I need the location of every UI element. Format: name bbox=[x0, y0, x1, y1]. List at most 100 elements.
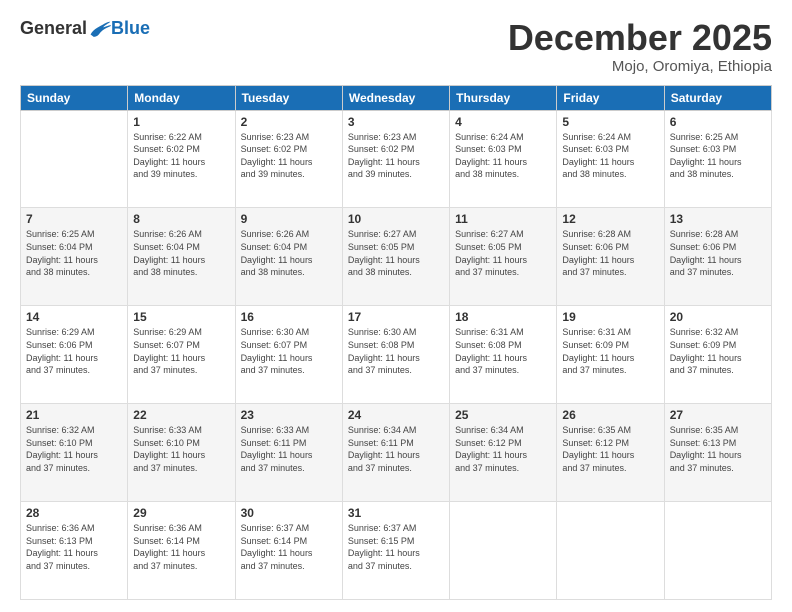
day-number: 4 bbox=[455, 115, 551, 129]
day-number: 19 bbox=[562, 310, 658, 324]
location: Mojo, Oromiya, Ethiopia bbox=[508, 58, 772, 75]
calendar-cell: 22Sunrise: 6:33 AMSunset: 6:10 PMDayligh… bbox=[128, 404, 235, 502]
day-number: 20 bbox=[670, 310, 766, 324]
calendar-cell: 1Sunrise: 6:22 AMSunset: 6:02 PMDaylight… bbox=[128, 110, 235, 208]
calendar-table: SundayMondayTuesdayWednesdayThursdayFrid… bbox=[20, 85, 772, 600]
calendar-cell: 23Sunrise: 6:33 AMSunset: 6:11 PMDayligh… bbox=[235, 404, 342, 502]
day-number: 1 bbox=[133, 115, 229, 129]
day-info: Sunrise: 6:36 AMSunset: 6:13 PMDaylight:… bbox=[26, 522, 122, 572]
calendar-header-saturday: Saturday bbox=[664, 85, 771, 110]
day-number: 24 bbox=[348, 408, 444, 422]
calendar-header-sunday: Sunday bbox=[21, 85, 128, 110]
calendar-cell: 10 Sunrise: 6:27 AMSunset: 6:05 PMDayligh… bbox=[342, 208, 449, 306]
calendar-cell: 6Sunrise: 6:25 AMSunset: 6:03 PMDaylight… bbox=[664, 110, 771, 208]
day-number: 3 bbox=[348, 115, 444, 129]
day-number: 7 bbox=[26, 212, 122, 226]
day-info: Sunrise: 6:27 AMSunset: 6:05 PMDaylight:… bbox=[348, 228, 444, 278]
day-info: Sunrise: 6:32 AMSunset: 6:09 PMDaylight:… bbox=[670, 326, 766, 376]
day-number: 13 bbox=[670, 212, 766, 226]
day-info: Sunrise: 6:29 AMSunset: 6:06 PMDaylight:… bbox=[26, 326, 122, 376]
calendar-cell: 28 Sunrise: 6:36 AMSunset: 6:13 PMDayligh… bbox=[21, 502, 128, 600]
day-number: 8 bbox=[133, 212, 229, 226]
day-info: Sunrise: 6:31 AMSunset: 6:09 PMDaylight:… bbox=[562, 326, 658, 376]
day-info: Sunrise: 6:26 AMSunset: 6:04 PMDaylight:… bbox=[133, 228, 229, 278]
day-info: Sunrise: 6:31 AMSunset: 6:08 PMDaylight:… bbox=[455, 326, 551, 376]
calendar-cell: 29 Sunrise: 6:36 AMSunset: 6:14 PMDayligh… bbox=[128, 502, 235, 600]
day-info: Sunrise: 6:23 AMSunset: 6:02 PMDaylight:… bbox=[241, 131, 337, 181]
day-info: Sunrise: 6:24 AMSunset: 6:03 PMDaylight:… bbox=[562, 131, 658, 181]
calendar-cell: 24 Sunrise: 6:34 AMSunset: 6:11 PMDayligh… bbox=[342, 404, 449, 502]
calendar-cell: 18 Sunrise: 6:31 AMSunset: 6:08 PMDayligh… bbox=[450, 306, 557, 404]
calendar-cell: 19 Sunrise: 6:31 AMSunset: 6:09 PMDayligh… bbox=[557, 306, 664, 404]
day-info: Sunrise: 6:34 AMSunset: 6:12 PMDaylight:… bbox=[455, 424, 551, 474]
day-info: Sunrise: 6:30 AMSunset: 6:08 PMDaylight:… bbox=[348, 326, 444, 376]
day-info: Sunrise: 6:35 AMSunset: 6:12 PMDaylight:… bbox=[562, 424, 658, 474]
day-info: Sunrise: 6:26 AMSunset: 6:04 PMDaylight:… bbox=[241, 228, 337, 278]
calendar-cell: 11 Sunrise: 6:27 AMSunset: 6:05 PMDayligh… bbox=[450, 208, 557, 306]
day-number: 23 bbox=[241, 408, 337, 422]
calendar-cell: 9Sunrise: 6:26 AMSunset: 6:04 PMDaylight… bbox=[235, 208, 342, 306]
day-number: 14 bbox=[26, 310, 122, 324]
day-info: Sunrise: 6:37 AMSunset: 6:14 PMDaylight:… bbox=[241, 522, 337, 572]
day-number: 5 bbox=[562, 115, 658, 129]
day-info: Sunrise: 6:32 AMSunset: 6:10 PMDaylight:… bbox=[26, 424, 122, 474]
day-info: Sunrise: 6:28 AMSunset: 6:06 PMDaylight:… bbox=[670, 228, 766, 278]
day-info: Sunrise: 6:35 AMSunset: 6:13 PMDaylight:… bbox=[670, 424, 766, 474]
calendar-header-tuesday: Tuesday bbox=[235, 85, 342, 110]
calendar-week-row: 21Sunrise: 6:32 AMSunset: 6:10 PMDayligh… bbox=[21, 404, 772, 502]
calendar-cell: 16 Sunrise: 6:30 AMSunset: 6:07 PMDayligh… bbox=[235, 306, 342, 404]
day-info: Sunrise: 6:36 AMSunset: 6:14 PMDaylight:… bbox=[133, 522, 229, 572]
calendar-cell: 26 Sunrise: 6:35 AMSunset: 6:12 PMDayligh… bbox=[557, 404, 664, 502]
calendar-header-thursday: Thursday bbox=[450, 85, 557, 110]
day-number: 18 bbox=[455, 310, 551, 324]
day-number: 11 bbox=[455, 212, 551, 226]
logo-bird-icon bbox=[89, 20, 111, 38]
logo-general: General bbox=[20, 18, 87, 39]
title-block: December 2025 Mojo, Oromiya, Ethiopia bbox=[508, 18, 772, 75]
header: General Blue December 2025 Mojo, Oromiya… bbox=[20, 18, 772, 75]
calendar-cell bbox=[664, 502, 771, 600]
day-number: 26 bbox=[562, 408, 658, 422]
day-info: Sunrise: 6:23 AMSunset: 6:02 PMDaylight:… bbox=[348, 131, 444, 181]
calendar-cell: 21Sunrise: 6:32 AMSunset: 6:10 PMDayligh… bbox=[21, 404, 128, 502]
calendar-cell: 30 Sunrise: 6:37 AMSunset: 6:14 PMDayligh… bbox=[235, 502, 342, 600]
calendar-cell: 7Sunrise: 6:25 AMSunset: 6:04 PMDaylight… bbox=[21, 208, 128, 306]
calendar-cell: 12Sunrise: 6:28 AMSunset: 6:06 PMDayligh… bbox=[557, 208, 664, 306]
calendar-cell: 4Sunrise: 6:24 AMSunset: 6:03 PMDaylight… bbox=[450, 110, 557, 208]
calendar-cell: 2 Sunrise: 6:23 AMSunset: 6:02 PMDaylight… bbox=[235, 110, 342, 208]
calendar-cell: 27 Sunrise: 6:35 AMSunset: 6:13 PMDayligh… bbox=[664, 404, 771, 502]
day-number: 25 bbox=[455, 408, 551, 422]
day-number: 29 bbox=[133, 506, 229, 520]
calendar-cell: 31 Sunrise: 6:37 AMSunset: 6:15 PMDayligh… bbox=[342, 502, 449, 600]
day-number: 10 bbox=[348, 212, 444, 226]
day-number: 6 bbox=[670, 115, 766, 129]
day-number: 17 bbox=[348, 310, 444, 324]
calendar-cell bbox=[21, 110, 128, 208]
calendar-header-monday: Monday bbox=[128, 85, 235, 110]
day-number: 15 bbox=[133, 310, 229, 324]
logo: General Blue bbox=[20, 18, 150, 39]
day-number: 27 bbox=[670, 408, 766, 422]
calendar-week-row: 28 Sunrise: 6:36 AMSunset: 6:13 PMDayligh… bbox=[21, 502, 772, 600]
day-number: 16 bbox=[241, 310, 337, 324]
calendar-header-wednesday: Wednesday bbox=[342, 85, 449, 110]
calendar-cell: 20 Sunrise: 6:32 AMSunset: 6:09 PMDayligh… bbox=[664, 306, 771, 404]
calendar-cell bbox=[557, 502, 664, 600]
calendar-cell: 14 Sunrise: 6:29 AMSunset: 6:06 PMDayligh… bbox=[21, 306, 128, 404]
day-number: 30 bbox=[241, 506, 337, 520]
day-number: 28 bbox=[26, 506, 122, 520]
day-info: Sunrise: 6:37 AMSunset: 6:15 PMDaylight:… bbox=[348, 522, 444, 572]
day-info: Sunrise: 6:27 AMSunset: 6:05 PMDaylight:… bbox=[455, 228, 551, 278]
day-info: Sunrise: 6:28 AMSunset: 6:06 PMDaylight:… bbox=[562, 228, 658, 278]
calendar-cell bbox=[450, 502, 557, 600]
calendar-week-row: 14 Sunrise: 6:29 AMSunset: 6:06 PMDayligh… bbox=[21, 306, 772, 404]
day-info: Sunrise: 6:34 AMSunset: 6:11 PMDaylight:… bbox=[348, 424, 444, 474]
calendar-cell: 3 Sunrise: 6:23 AMSunset: 6:02 PMDaylight… bbox=[342, 110, 449, 208]
day-number: 2 bbox=[241, 115, 337, 129]
day-number: 22 bbox=[133, 408, 229, 422]
day-info: Sunrise: 6:30 AMSunset: 6:07 PMDaylight:… bbox=[241, 326, 337, 376]
calendar-header-friday: Friday bbox=[557, 85, 664, 110]
calendar-cell: 5 Sunrise: 6:24 AMSunset: 6:03 PMDaylight… bbox=[557, 110, 664, 208]
page: General Blue December 2025 Mojo, Oromiya… bbox=[0, 0, 792, 612]
day-number: 31 bbox=[348, 506, 444, 520]
